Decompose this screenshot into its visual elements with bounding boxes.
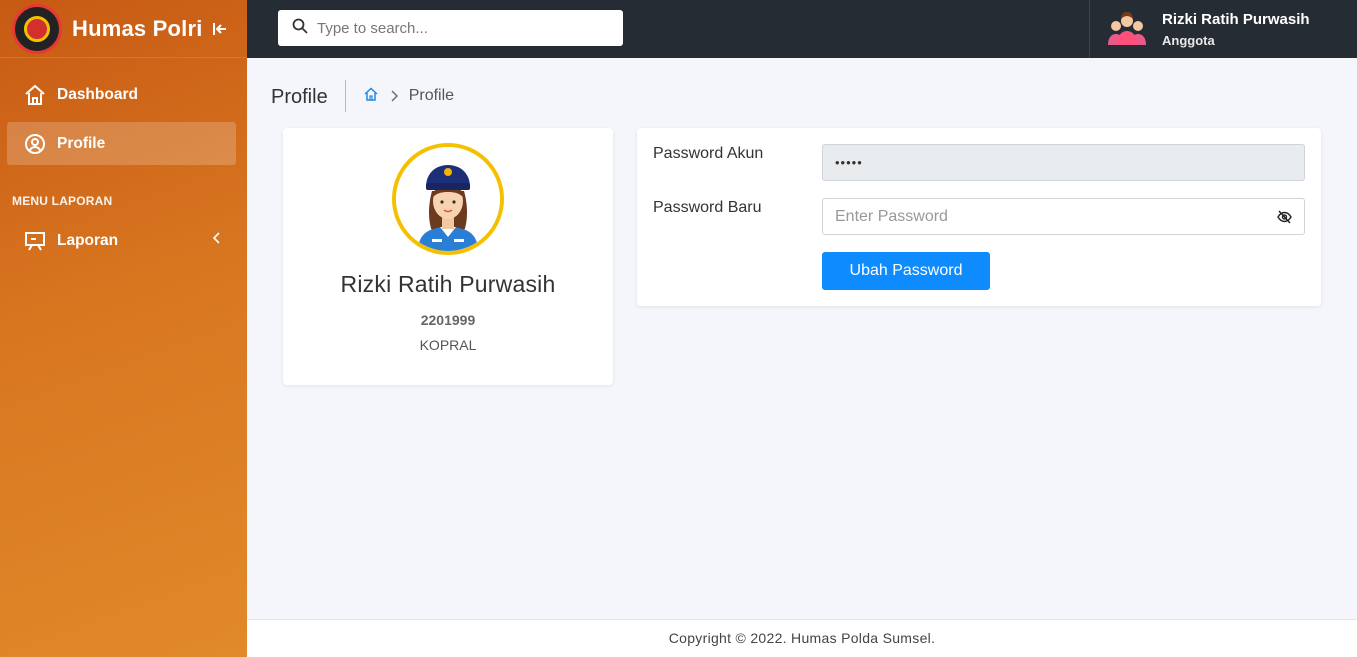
sidebar-item-label: Profile (57, 134, 106, 152)
current-password-field: ••••• (822, 144, 1305, 181)
sidebar-item-profile[interactable]: Profile (7, 122, 236, 165)
sidebar-item-label: Laporan (57, 231, 119, 249)
page-title: Profile (271, 80, 346, 112)
home-icon (23, 83, 47, 107)
presentation-icon (23, 229, 47, 253)
collapse-sidebar-icon[interactable] (211, 20, 229, 38)
breadcrumb-current: Profile (408, 87, 455, 104)
search-box (278, 10, 623, 46)
brand-title: Humas Polri (72, 15, 203, 41)
profile-card: Rizki Ratih Purwasih 2201999 KOPRAL (283, 128, 613, 385)
avatar (392, 143, 504, 255)
menu-section-header: MENU LAPORAN (12, 194, 113, 208)
logo (12, 3, 62, 54)
user-name: Rizki Ratih Purwasih (1162, 10, 1310, 28)
profile-rank: KOPRAL (419, 337, 477, 353)
new-password-label: Password Baru (653, 199, 762, 216)
sidebar-item-dashboard[interactable]: Dashboard (7, 73, 236, 116)
current-password-value: ••••• (835, 155, 863, 170)
user-menu[interactable]: Rizki Ratih Purwasih Anggota (1089, 0, 1357, 58)
chevron-right-icon (389, 89, 399, 103)
profile-name: Rizki Ratih Purwasih (340, 271, 556, 297)
sidebar: Humas Polri Dashboard Profile MENU LAPOR… (0, 0, 247, 657)
profile-nrp: 2201999 (420, 312, 476, 328)
sidebar-item-laporan[interactable]: Laporan (7, 219, 236, 262)
user-circle-icon (23, 132, 47, 156)
new-password-field (822, 198, 1305, 235)
search-input[interactable] (317, 19, 607, 37)
breadcrumb: Profile (363, 86, 454, 107)
new-password-input[interactable] (835, 207, 1255, 226)
eye-slash-icon[interactable] (1277, 210, 1292, 229)
current-password-label: Password Akun (653, 145, 764, 162)
page-header: Profile Profile (271, 80, 454, 112)
change-password-button[interactable]: Ubah Password (822, 252, 990, 290)
chevron-left-icon (212, 231, 222, 250)
topbar: Rizki Ratih Purwasih Anggota (247, 0, 1357, 58)
search-icon (292, 18, 308, 39)
user-role: Anggota (1162, 32, 1215, 48)
password-card: Password Akun ••••• Password Baru Ubah P… (637, 128, 1321, 306)
footer: Copyright © 2022. Humas Polda Sumsel. (247, 619, 1357, 657)
home-icon[interactable] (363, 86, 379, 107)
brand: Humas Polri (0, 0, 247, 58)
sidebar-item-label: Dashboard (57, 85, 138, 103)
users-avatar-icon (1106, 12, 1148, 46)
